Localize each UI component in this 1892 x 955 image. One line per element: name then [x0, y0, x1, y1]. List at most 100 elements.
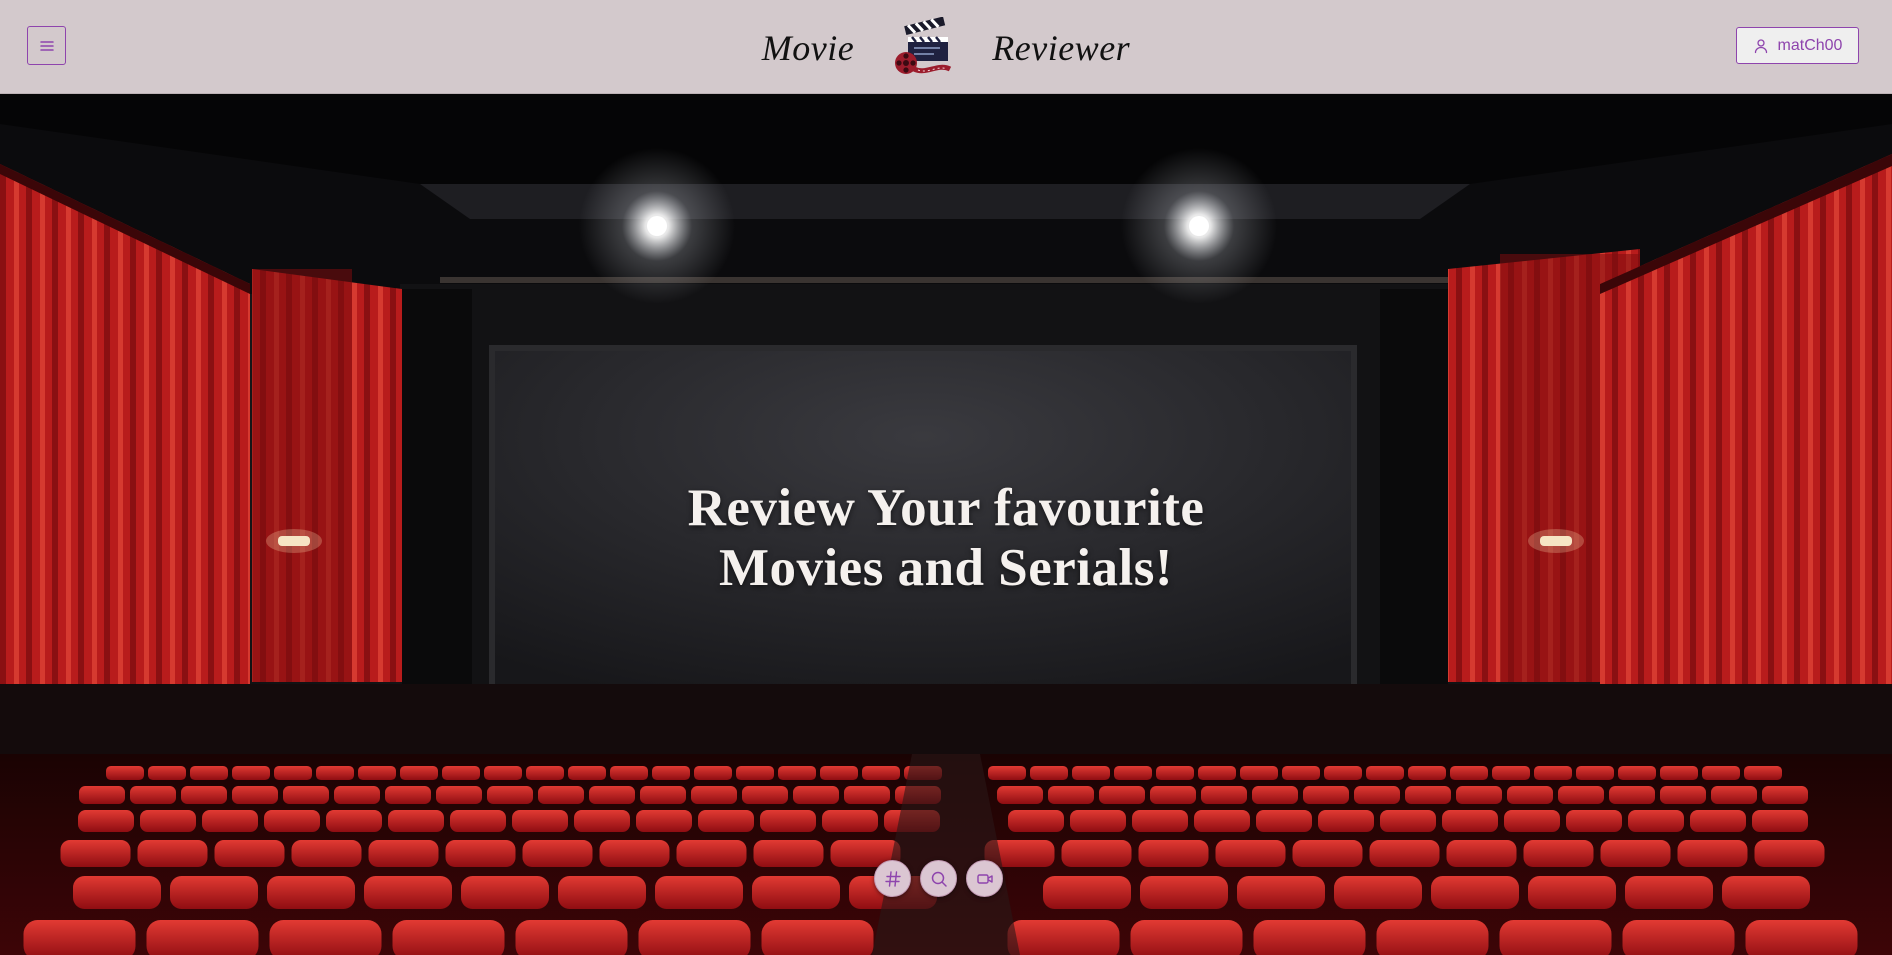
seat-shape — [148, 766, 186, 780]
clapperboard-film-reel-icon — [895, 17, 952, 74]
seat-shape — [1072, 766, 1110, 780]
seat-shape — [274, 766, 312, 780]
seat-shape — [676, 840, 747, 867]
seat-shape — [1762, 786, 1808, 804]
seat-shape — [1431, 876, 1519, 909]
seat-shape — [1754, 840, 1825, 867]
seat-shape — [1237, 876, 1325, 909]
seat-shape — [1618, 766, 1656, 780]
hero-title-line-1: Review Your favourite — [687, 479, 1205, 537]
seat-shape — [170, 876, 258, 909]
seat-shape — [1215, 840, 1286, 867]
account-username: matCh00 — [1777, 36, 1843, 54]
seat-shape — [599, 840, 670, 867]
hashtag-button[interactable] — [874, 860, 911, 897]
seat-shape — [1534, 766, 1572, 780]
seat-shape — [558, 876, 646, 909]
seat-shape — [334, 786, 380, 804]
seat-shape — [291, 840, 362, 867]
seat-shape — [691, 786, 737, 804]
seat-shape — [400, 766, 438, 780]
seat-shape — [181, 786, 227, 804]
seat-shape — [445, 840, 516, 867]
seat-shape — [1198, 766, 1236, 780]
seat-shape — [283, 786, 329, 804]
seat-shape — [1130, 920, 1243, 955]
seat-shape — [1201, 786, 1247, 804]
seat-shape — [574, 810, 630, 832]
seat-shape — [862, 766, 900, 780]
seat-shape — [461, 876, 549, 909]
seat-shape — [844, 786, 890, 804]
seat-shape — [997, 786, 1043, 804]
seat-shape — [1690, 810, 1746, 832]
seat-shape — [1334, 876, 1422, 909]
seat-shape — [484, 766, 522, 780]
seat-shape — [761, 920, 874, 955]
seat-shape — [638, 920, 751, 955]
seat-shape — [232, 786, 278, 804]
seat-shape — [1369, 840, 1440, 867]
hero-banner: Review Your favourite Movies and Serials… — [0, 94, 1892, 955]
seat-shape — [1523, 840, 1594, 867]
seat-shape — [1622, 920, 1735, 955]
seat-shape — [269, 920, 382, 955]
seat-shape — [1292, 840, 1363, 867]
seat-shape — [450, 810, 506, 832]
search-button[interactable] — [920, 860, 957, 897]
seat-shape — [636, 810, 692, 832]
quick-actions — [874, 860, 1003, 897]
seat-shape — [736, 766, 774, 780]
seat-shape — [392, 920, 505, 955]
brand[interactable]: Movie Reviewer — [0, 8, 1892, 88]
seat-shape — [364, 876, 452, 909]
seat-shape — [515, 920, 628, 955]
seat-shape — [1450, 766, 1488, 780]
seat-shape — [1600, 840, 1671, 867]
seat-shape — [1456, 786, 1502, 804]
seat-shape — [202, 810, 258, 832]
seat-shape — [1070, 810, 1126, 832]
seat-shape — [1150, 786, 1196, 804]
seat-shape — [1752, 810, 1808, 832]
seat-shape — [78, 810, 134, 832]
seat-shape — [1558, 786, 1604, 804]
seat-shape — [436, 786, 482, 804]
seat-shape — [232, 766, 270, 780]
seat-shape — [1048, 786, 1094, 804]
seat-shape — [140, 810, 196, 832]
video-button[interactable] — [966, 860, 1003, 897]
hero-title: Review Your favourite Movies and Serials… — [0, 478, 1892, 598]
seat-shape — [793, 786, 839, 804]
seat-shape — [753, 840, 824, 867]
user-icon — [1754, 38, 1767, 53]
seat-shape — [568, 766, 606, 780]
seat-shape — [1156, 766, 1194, 780]
seat-shape — [1528, 876, 1616, 909]
seat-shape — [1324, 766, 1362, 780]
seat-shape — [1366, 766, 1404, 780]
seat-shape — [214, 840, 285, 867]
seat-shape — [1442, 810, 1498, 832]
seat-shape — [1677, 840, 1748, 867]
seat-shape — [316, 766, 354, 780]
seat-shape — [778, 766, 816, 780]
seat-shape — [1744, 766, 1782, 780]
seat-shape — [1702, 766, 1740, 780]
seat-shape — [130, 786, 176, 804]
seat-shape — [190, 766, 228, 780]
seat-shape — [264, 810, 320, 832]
seat-shape — [106, 766, 144, 780]
seat-shape — [1256, 810, 1312, 832]
seat-shape — [1499, 920, 1612, 955]
seat-shape — [1140, 876, 1228, 909]
seat-shape — [610, 766, 648, 780]
seat-shape — [368, 840, 439, 867]
seat-shape — [73, 876, 161, 909]
seat-shape — [1660, 786, 1706, 804]
account-button[interactable]: matCh00 — [1736, 27, 1859, 64]
seat-shape — [988, 766, 1026, 780]
seat-shape — [1504, 810, 1560, 832]
seat-shape — [1745, 920, 1858, 955]
seat-shape — [820, 766, 858, 780]
